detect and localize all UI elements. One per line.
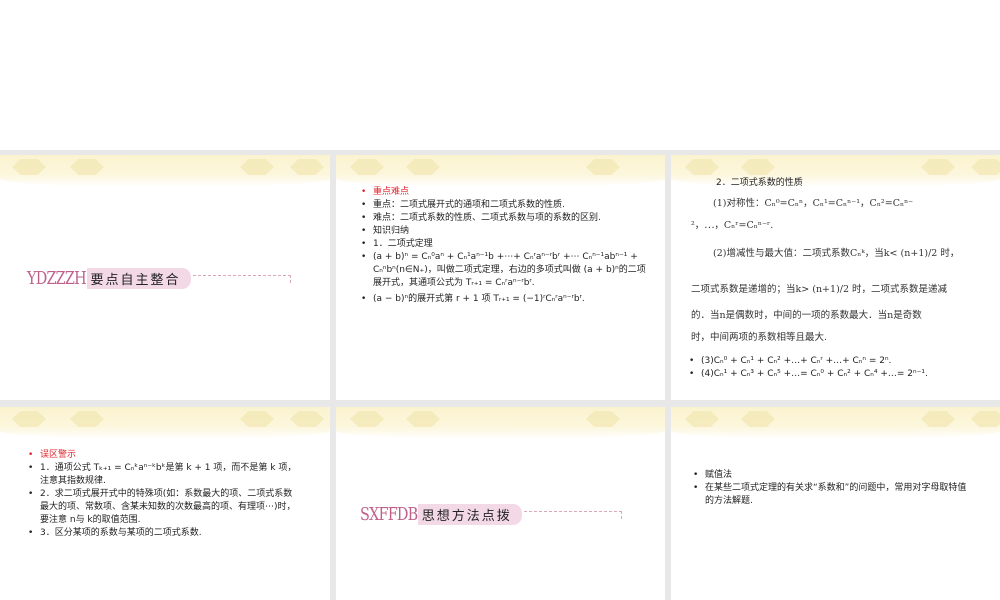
slide-header-decoration	[0, 407, 330, 439]
bullet-item: (a − b)ⁿ的展开式第 r + 1 项 Tᵣ₊₁ = (−1)ʳCₙʳaⁿ⁻…	[361, 293, 651, 306]
section-title: YDZZZH 要点自主整合	[27, 268, 291, 289]
paragraph: ²，⋯，Cₙʳ=Cₙⁿ⁻ʳ.	[691, 220, 774, 231]
bullet-item: (3)Cₙ⁰ + Cₙ¹ + Cₙ² +…+ Cₙʳ +…+ Cₙⁿ = 2ⁿ.	[689, 355, 989, 368]
bullet-item: (4)Cₙ¹ + Cₙ³ + Cₙ⁵ +…= Cₙ⁰ + Cₙ² + Cₙ⁴ +…	[689, 368, 989, 381]
bullet-item: (a + b)ⁿ = Cₙ⁰aⁿ + Cₙ¹aⁿ⁻¹b +⋯+ Cₙʳaⁿ⁻ʳb…	[361, 251, 651, 290]
bullet-item: 知识归纳	[361, 225, 651, 238]
paragraph: 二项式系数是递增的；当k> (n+1)/2 时，二项式系数是递减	[691, 284, 948, 295]
section-abbr: SXFFDB	[360, 504, 418, 525]
bullet-item: 2．求二项式展开式中的特殊项(如：系数最大的项、二项式系数最大的项、常数项、含某…	[28, 488, 298, 527]
heading: 2．二项式系数的性质	[716, 178, 803, 188]
slide-thumbnail-1[interactable]: YDZZZH 要点自主整合	[0, 155, 330, 400]
bullet-item: 3．区分某项的系数与某项的二项式系数.	[28, 527, 298, 540]
slide-header-decoration	[671, 407, 1000, 439]
dashed-line	[523, 510, 622, 519]
slide-thumbnail-3[interactable]: 2．二项式系数的性质 (1)对称性：Cₙ⁰=Cₙⁿ，Cₙ¹=Cₙⁿ⁻¹，Cₙ²=…	[671, 155, 1000, 400]
top-blank-area	[0, 0, 1000, 150]
bullet-list: 重点难点 重点：二项式展开式的通项和二项式系数的性质. 难点：二项式系数的性质、…	[361, 186, 651, 306]
slide-thumbnail-5[interactable]: SXFFDB 思想方法点拨	[336, 407, 665, 600]
paragraph: (1)对称性：Cₙ⁰=Cₙⁿ，Cₙ¹=Cₙⁿ⁻¹，Cₙ²=Cₙⁿ⁻	[713, 198, 914, 209]
bullet-list: 误区警示 1．通项公式 Tₖ₊₁ = Cₙᵏaⁿ⁻ᵏbᵏ是第 k + 1 项，而…	[28, 449, 298, 540]
bullet-list: (3)Cₙ⁰ + Cₙ¹ + Cₙ² +…+ Cₙʳ +…+ Cₙⁿ = 2ⁿ.…	[689, 355, 989, 381]
section-title: SXFFDB 思想方法点拨	[360, 504, 622, 525]
dashed-line	[192, 274, 291, 283]
paragraph: 的．当n是偶数时，中间的一项的系数最大．当n是奇数	[691, 310, 922, 321]
slide-header-decoration	[336, 155, 665, 187]
section-title-text: 思想方法点拨	[417, 504, 522, 525]
bullet-heading: 重点难点	[361, 186, 651, 199]
section-title-text: 要点自主整合	[86, 268, 191, 289]
paragraph: (2)增减性与最大值：二项式系数Cₙᵏ，当k< (n+1)/2 时，	[713, 248, 960, 259]
bullet-item: 在某些二项式定理的有关求“系数和”的问题中，常用对字母取特值的方法解题.	[693, 482, 973, 508]
slide-thumbnail-4[interactable]: 误区警示 1．通项公式 Tₖ₊₁ = Cₙᵏaⁿ⁻ᵏbᵏ是第 k + 1 项，而…	[0, 407, 330, 600]
bullet-list: 赋值法 在某些二项式定理的有关求“系数和”的问题中，常用对字母取特值的方法解题.	[693, 469, 973, 508]
bullet-item: 1．二项式定理	[361, 238, 651, 251]
bullet-heading: 误区警示	[28, 449, 298, 462]
bullet-item: 难点：二项式系数的性质、二项式系数与项的系数的区别.	[361, 212, 651, 225]
paragraph: 时，中间两项的系数相等且最大.	[691, 332, 828, 343]
slide-header-decoration	[0, 155, 330, 187]
section-abbr: YDZZZH	[27, 268, 87, 289]
bullet-item: 赋值法	[693, 469, 973, 482]
bullet-item: 重点：二项式展开式的通项和二项式系数的性质.	[361, 199, 651, 212]
slide-header-decoration	[336, 407, 665, 439]
slide-thumbnail-6[interactable]: 赋值法 在某些二项式定理的有关求“系数和”的问题中，常用对字母取特值的方法解题.	[671, 407, 1000, 600]
bullet-item: 1．通项公式 Tₖ₊₁ = Cₙᵏaⁿ⁻ᵏbᵏ是第 k + 1 项，而不是第 k…	[28, 462, 298, 488]
slide-thumbnail-2[interactable]: 重点难点 重点：二项式展开式的通项和二项式系数的性质. 难点：二项式系数的性质、…	[336, 155, 665, 400]
